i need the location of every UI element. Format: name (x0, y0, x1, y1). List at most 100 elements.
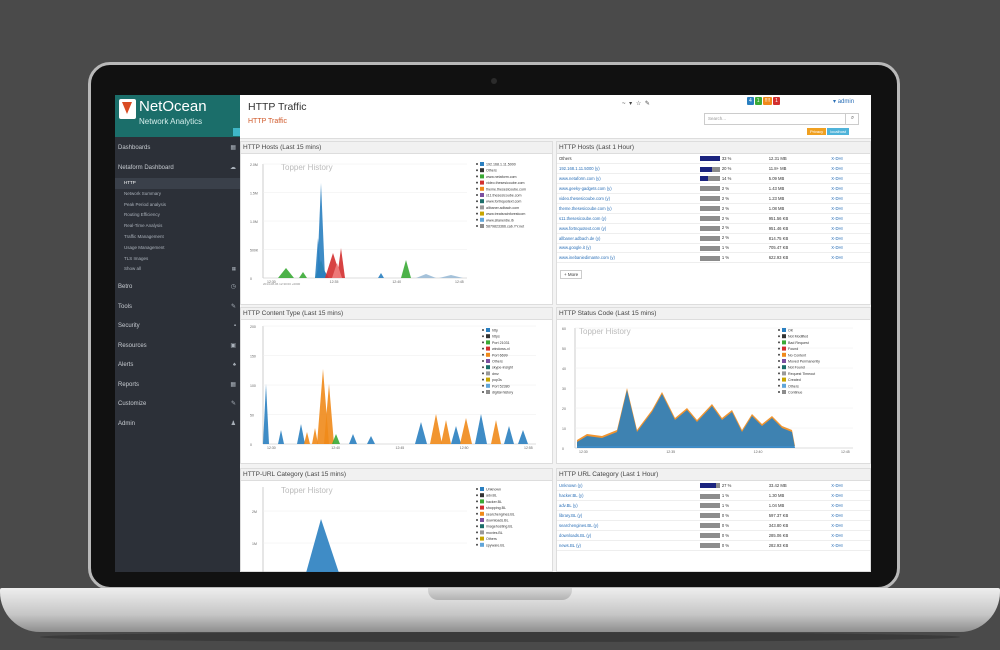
details-link[interactable]: X-DHI (831, 513, 842, 518)
submenu-item-label: Traffic Management (124, 233, 164, 239)
submenu-item[interactable]: Network Summary (115, 189, 240, 200)
details-link[interactable]: X-DHI (831, 503, 842, 508)
legend-label: Port 21031 (492, 341, 510, 345)
legend-swatch (480, 199, 484, 204)
legend-swatch (480, 211, 484, 216)
area-series (278, 430, 284, 444)
percent-value: 1 % (721, 503, 730, 509)
notification-badge[interactable]: 1 (754, 97, 762, 105)
category-link[interactable]: library.BL (y) (559, 513, 582, 518)
clock-icon: ◷ (230, 284, 236, 291)
privacy-tag[interactable]: Privacy (807, 128, 827, 135)
details-link[interactable]: X-DHI (831, 533, 842, 538)
legend-swatch (782, 371, 786, 376)
legend-bullet (778, 329, 780, 331)
submenu-item[interactable]: Usage Management (115, 243, 240, 254)
host-link[interactable]: allbaner.adbach.de (y) (559, 236, 600, 241)
details-link[interactable]: X-DHI (831, 523, 842, 528)
legend-label: Others (492, 360, 503, 364)
chart-title: Topper History (281, 486, 333, 495)
details-link[interactable]: X-DHI (831, 196, 842, 201)
details-link[interactable]: X-DHI (831, 166, 842, 171)
area-series (451, 426, 461, 444)
submenu-item[interactable]: TLS Images (115, 254, 240, 265)
percent-bar (699, 215, 720, 221)
breadcrumb[interactable]: HTTP Traffic (248, 118, 287, 125)
details-link[interactable]: X-DHI (831, 236, 842, 241)
category-link[interactable]: searchengines.BL (y) (559, 523, 598, 528)
header-tools[interactable]: ~ ▾ ☆ ✎ (622, 100, 651, 107)
submenu-item[interactable]: Peak Period analysis (115, 200, 240, 211)
host-link[interactable]: video.thesesicoube.com (y) (559, 196, 610, 201)
submenu-item[interactable]: Show all ▦ (115, 264, 240, 275)
sidebar-item-reports[interactable]: Reports ▦ (115, 376, 240, 396)
category-link[interactable]: news.BL (y) (559, 543, 581, 548)
details-link[interactable]: X-DHI (831, 255, 842, 260)
submenu-item[interactable]: Real-Time Analysis (115, 221, 240, 232)
category-link[interactable]: adv.BL (y) (559, 503, 578, 508)
host-link[interactable]: 192.168.1.11.5000 (y) (559, 166, 600, 171)
category-link[interactable]: hacker.BL (y) (559, 493, 584, 498)
sidebar-item-tools[interactable]: Tools ✎ (115, 298, 240, 318)
legend-bullet (778, 391, 780, 393)
details-link[interactable]: X-DHI (831, 543, 842, 548)
details-link[interactable]: X-DHI (831, 216, 842, 221)
laptop-notch (428, 588, 572, 600)
panel-title: HTTP URL Category (Last 1 Hour) (557, 469, 870, 481)
notification-badge[interactable]: !!!! (762, 97, 773, 105)
sidebar-item-resources[interactable]: Resources ▣ (115, 337, 240, 357)
details-link[interactable]: X-DHI (831, 226, 842, 231)
host-link[interactable]: s11.thesesicoube.com (y) (559, 216, 606, 221)
details-link[interactable]: X-DHI (831, 493, 842, 498)
y-tick-label: 0 (562, 447, 564, 451)
sidebar-item-security[interactable]: Security ▪ (115, 317, 240, 337)
sidebar-item-dashboards[interactable]: Dashboards ▦ (115, 139, 240, 159)
host-link[interactable]: www.google.it (y) (559, 245, 591, 250)
sidebar-item-alerts[interactable]: Alerts ♠ (115, 356, 240, 376)
legend-bullet (476, 500, 478, 503)
legend-bullet (482, 366, 484, 369)
y-tick-label: 1.0M (250, 220, 258, 224)
host-link[interactable]: www.netaform.com (y) (559, 176, 601, 181)
y-tick-label: 150 (250, 355, 256, 359)
submenu-item[interactable]: Traffic Management (115, 232, 240, 243)
details-link[interactable]: X-DHI (831, 176, 842, 181)
user-menu[interactable]: ▾ admin (833, 98, 854, 105)
details-link[interactable]: X-DHI (831, 156, 842, 161)
host-link[interactable]: www.inebaniedimante.com (y) (559, 255, 615, 260)
area-series (349, 434, 357, 444)
submenu-item-label: Peak Period analysis (124, 201, 167, 207)
sidebar-item-admin[interactable]: Admin ♟ (115, 415, 240, 435)
y-tick-label: 30 (562, 387, 566, 391)
more-button[interactable]: + More (560, 270, 583, 280)
area-series (460, 418, 472, 444)
category-link[interactable]: downloads.BL (y) (559, 533, 591, 538)
host-link[interactable]: www.fortnquotext.com (y) (559, 226, 606, 231)
search-input[interactable]: Search... (704, 113, 859, 125)
details-link[interactable]: X-DHI (831, 483, 842, 488)
details-link[interactable]: X-DHI (831, 245, 842, 250)
percent-value: 27 % (721, 483, 732, 488)
host-link[interactable]: theme.thesesicoube.com (y) (559, 206, 612, 211)
legend-label: http (492, 329, 498, 333)
notification-badge[interactable]: 1 (773, 97, 780, 105)
user-icon: ♟ (230, 420, 236, 427)
details-link[interactable]: X-DHI (831, 206, 842, 211)
search-icon[interactable]: ⌕ (845, 113, 859, 125)
percent-bar (699, 542, 720, 548)
legend-label: Not Found (788, 366, 805, 370)
submenu-item[interactable]: HTTP (115, 178, 240, 189)
legend-label: shopping.BL (486, 506, 506, 510)
details-link[interactable]: X-DHI (831, 186, 842, 191)
brand[interactable]: NetOcean Network Analytics (115, 95, 240, 137)
submenu-item[interactable]: Routing Efficiency (115, 210, 240, 221)
sidebar-item-netaform-dashboard[interactable]: Netaform Dashboard ☁ (115, 159, 240, 179)
table-row: www.fortnquotext.com (y) 2 % 951.46 KB X-DH… (557, 223, 870, 234)
host-link[interactable]: www.geeky-gadgets.com (y) (559, 186, 612, 191)
notification-badge[interactable]: 4 (747, 97, 754, 105)
size-value: 12.31 MB (766, 154, 830, 165)
localhost-tag[interactable]: localhost (827, 128, 850, 135)
category-link[interactable]: Unknown (y) (559, 483, 583, 488)
sidebar-item-betro[interactable]: Betro ◷ (115, 278, 240, 298)
sidebar-item-customize[interactable]: Customize ✎ (115, 395, 240, 415)
